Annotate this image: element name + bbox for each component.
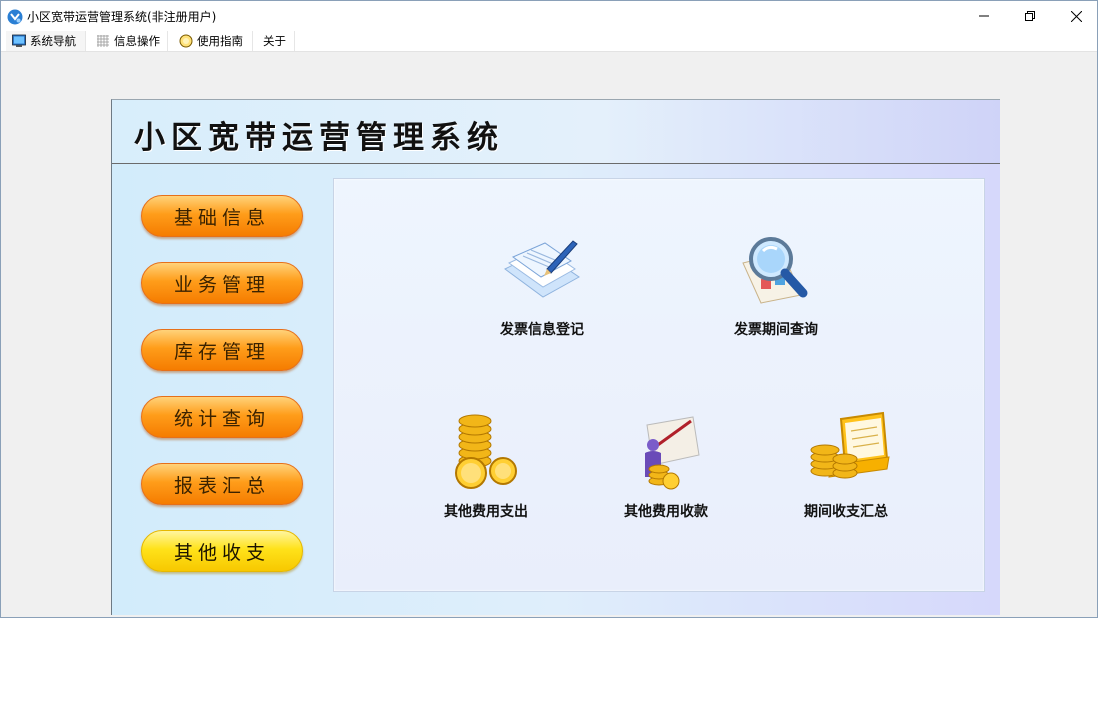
menu-about[interactable]: 关于: [257, 31, 295, 51]
magnifier-icon: [742, 237, 808, 304]
minimize-icon: [979, 15, 989, 17]
nav-button-inventory-mgmt[interactable]: 库存管理: [141, 329, 303, 371]
restore-icon: [1025, 11, 1035, 21]
person-coin-icon: [645, 416, 700, 490]
close-icon: [1070, 10, 1082, 22]
tile-invoice-register[interactable]: 发票信息登记: [472, 229, 612, 339]
tile-other-expenses[interactable]: 其他费用支出: [416, 411, 556, 521]
nav-button-statistics[interactable]: 统计查询: [141, 396, 303, 438]
nav-button-label: 统计查询: [173, 407, 270, 430]
tile-label: 期间收支汇总: [804, 504, 888, 520]
minimize-button[interactable]: [961, 1, 1007, 31]
tile-other-income[interactable]: 其他费用收款: [596, 411, 736, 521]
title-bar: 小区宽带运营管理系统(非注册用户): [1, 1, 1097, 31]
page-title: 小区宽带运营管理系统: [134, 120, 504, 156]
menu-bar: 系统导航 信息操作 使用指南 关于: [1, 31, 1097, 52]
tile-label: 发票期间查询: [734, 322, 818, 338]
menu-label: 使用指南: [197, 34, 243, 48]
nav-button-business-mgmt[interactable]: 业务管理: [141, 262, 303, 304]
nav-button-label: 报表汇总: [173, 474, 270, 497]
coins-icon: [455, 414, 517, 489]
nav-button-other-income-expense[interactable]: 其他收支: [141, 530, 303, 572]
menu-info-ops[interactable]: 信息操作: [90, 31, 168, 51]
function-area: 发票信息登记 发票期间查询 其他费用支出 其他费用收款 期间收支汇总: [333, 178, 985, 592]
menu-label: 关于: [263, 34, 286, 48]
nav-button-reports[interactable]: 报表汇总: [141, 463, 303, 505]
menu-label: 系统导航: [30, 34, 76, 48]
restore-button[interactable]: [1007, 1, 1053, 31]
main-panel: 小区宽带运营管理系统 基础信息 业务管理 库存管理 统计查询 报表汇总 其他收支…: [111, 99, 1000, 615]
tile-label: 其他费用收款: [624, 504, 708, 520]
app-window: 小区宽带运营管理系统(非注册用户) 系统导航 信息操作 使用指南 关于 小区宽带…: [0, 0, 1098, 618]
nav-button-label: 业务管理: [173, 273, 270, 296]
tile-label: 其他费用支出: [444, 504, 528, 520]
app-logo-icon: [7, 9, 23, 25]
document-pen-icon: [504, 240, 580, 298]
panel-header: 小区宽带运营管理系统: [112, 100, 1000, 164]
laptop-coins-icon: [810, 411, 890, 479]
grid-icon: [97, 35, 109, 47]
nav-button-label: 库存管理: [173, 340, 270, 363]
menu-user-guide[interactable]: 使用指南: [173, 31, 253, 51]
guide-icon: [179, 34, 193, 48]
nav-button-label: 基础信息: [173, 206, 270, 229]
tile-period-summary[interactable]: 期间收支汇总: [776, 411, 916, 521]
tile-invoice-query[interactable]: 发票期间查询: [706, 229, 846, 339]
nav-button-label: 其他收支: [173, 541, 270, 564]
tile-label: 发票信息登记: [500, 322, 584, 338]
menu-system-nav[interactable]: 系统导航: [6, 31, 86, 51]
close-button[interactable]: [1053, 1, 1097, 31]
monitor-icon: [12, 34, 26, 47]
menu-label: 信息操作: [114, 34, 160, 48]
nav-button-basic-info[interactable]: 基础信息: [141, 195, 303, 237]
window-title: 小区宽带运营管理系统(非注册用户): [27, 10, 217, 24]
